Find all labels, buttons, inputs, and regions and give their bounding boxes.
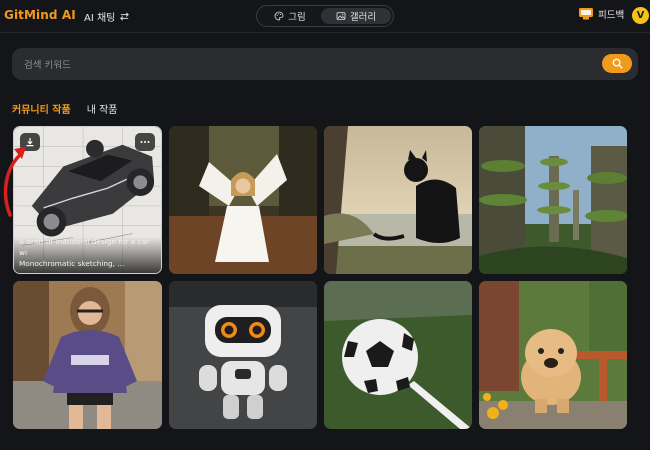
angel-girl-image <box>169 126 317 274</box>
tab-draw-label: 그림 <box>288 12 306 23</box>
more-options-button[interactable] <box>135 133 155 151</box>
header-divider <box>0 32 650 33</box>
feedback-icon <box>579 8 593 20</box>
search-input[interactable] <box>22 56 586 74</box>
palette-icon <box>274 11 284 21</box>
gallery-item-robot[interactable] <box>169 281 317 429</box>
tab-gallery[interactable]: 갤러리 <box>321 8 391 24</box>
gallery-item-cat[interactable] <box>324 126 472 274</box>
robot-image <box>169 281 317 429</box>
tab-gallery-label: 갤러리 <box>349 12 377 23</box>
annotation-arrow-icon <box>3 147 26 217</box>
soccer-ball-image <box>324 281 472 429</box>
gallery-item-hoodie-woman[interactable] <box>13 281 162 429</box>
more-icon <box>140 141 150 143</box>
gallery-icon <box>336 12 346 20</box>
ai-chat-link[interactable]: AI 채팅 <box>84 9 130 24</box>
search-bar <box>12 48 638 80</box>
gallery-item-tree-city[interactable] <box>479 126 627 274</box>
swap-arrows-icon <box>120 12 130 21</box>
top-bar: GitMind AI AI 채팅 그림 갤러리 피드백 V <box>0 0 650 32</box>
gallery-item-soccer-ball[interactable] <box>324 281 472 429</box>
hoodie-woman-image <box>13 281 162 429</box>
chow-dog-image <box>479 281 627 429</box>
ai-chat-label: AI 채팅 <box>84 13 116 24</box>
search-button[interactable] <box>602 54 632 73</box>
tree-city-image <box>479 126 627 274</box>
brand-logo[interactable]: GitMind AI <box>4 8 76 22</box>
feedback-label: 피드백 <box>598 10 625 21</box>
view-mode-toggle: 그림 갤러리 <box>256 5 394 27</box>
tab-community-works[interactable]: 커뮤니티 작품 <box>12 101 71 116</box>
tab-draw[interactable]: 그림 <box>261 8 319 24</box>
user-avatar[interactable]: V <box>632 7 649 24</box>
card-prompt-text: A draft of industrial design for a car w… <box>19 237 149 268</box>
search-icon <box>612 58 622 69</box>
feedback-button[interactable]: 피드백 <box>578 7 624 21</box>
gallery-item-dog[interactable] <box>479 281 627 429</box>
gallery-item-car-sketch[interactable]: A draft of industrial design for a car w… <box>13 126 162 274</box>
black-cat-image <box>324 126 472 274</box>
tab-my-works[interactable]: 내 작품 <box>87 101 118 116</box>
gallery-tabs: 커뮤니티 작품 내 작품 <box>12 101 117 116</box>
gallery-item-angel[interactable] <box>169 126 317 274</box>
